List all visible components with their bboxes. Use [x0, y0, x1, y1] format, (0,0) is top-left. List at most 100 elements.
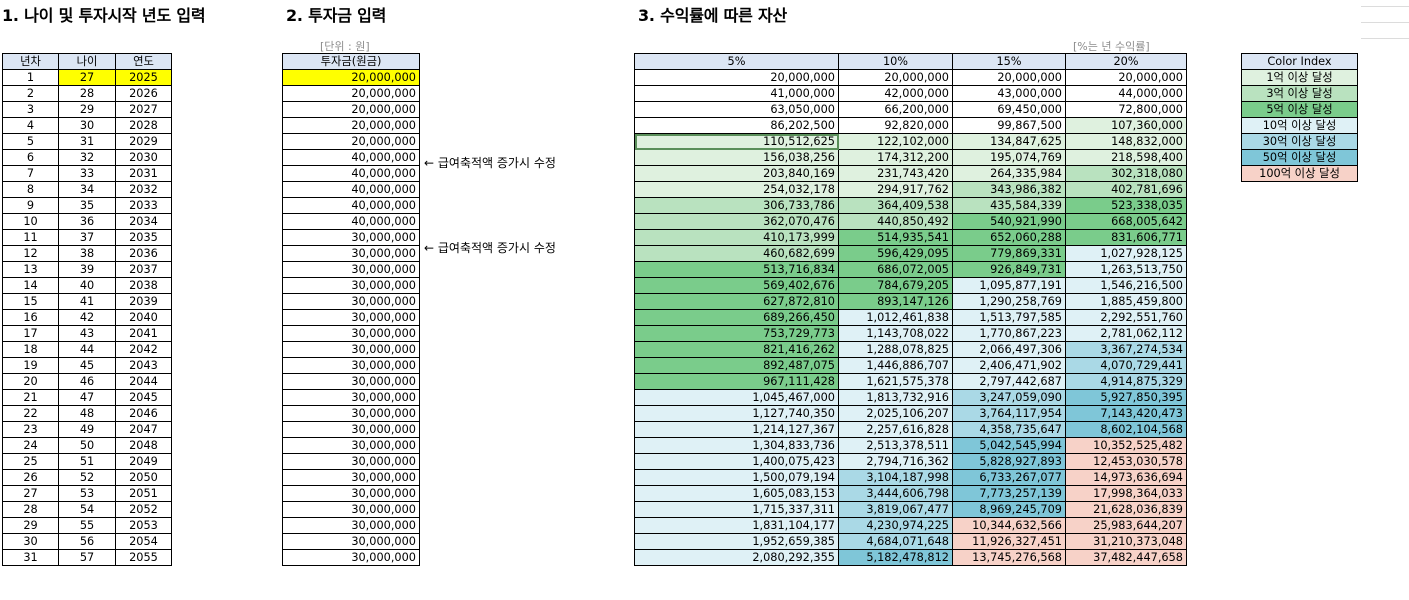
- asset-cell[interactable]: 231,743,420: [838, 165, 953, 182]
- principal-cell[interactable]: 30,000,000: [282, 469, 420, 486]
- table-cell[interactable]: 29: [2, 517, 59, 534]
- asset-cell[interactable]: 41,000,000: [634, 85, 839, 102]
- table-cell[interactable]: 1: [2, 69, 59, 86]
- asset-cell[interactable]: 20,000,000: [1065, 69, 1187, 86]
- table-cell[interactable]: 26: [2, 469, 59, 486]
- asset-cell[interactable]: 668,005,642: [1065, 213, 1187, 230]
- table-cell[interactable]: 42: [58, 309, 116, 326]
- asset-cell[interactable]: 1,715,337,311: [634, 501, 839, 518]
- principal-cell[interactable]: 30,000,000: [282, 485, 420, 502]
- principal-cell[interactable]: 40,000,000: [282, 181, 420, 198]
- asset-cell[interactable]: 1,127,740,350: [634, 405, 839, 422]
- asset-cell[interactable]: 5,828,927,893: [952, 453, 1066, 470]
- table-cell[interactable]: 11: [2, 229, 59, 246]
- asset-cell[interactable]: 2,080,292,355: [634, 549, 839, 566]
- table-cell[interactable]: 2037: [115, 261, 172, 278]
- table-cell[interactable]: 46: [58, 373, 116, 390]
- asset-cell[interactable]: 1,446,886,707: [838, 357, 953, 374]
- principal-cell[interactable]: 30,000,000: [282, 421, 420, 438]
- asset-cell[interactable]: 1,012,461,838: [838, 309, 953, 326]
- asset-cell[interactable]: 779,869,331: [952, 245, 1066, 262]
- asset-cell[interactable]: 14,973,636,694: [1065, 469, 1187, 486]
- table-cell[interactable]: 36: [58, 213, 116, 230]
- table-cell[interactable]: 30: [58, 117, 116, 134]
- asset-cell[interactable]: 1,621,575,378: [838, 373, 953, 390]
- asset-cell[interactable]: 1,263,513,750: [1065, 261, 1187, 278]
- asset-cell[interactable]: 460,682,699: [634, 245, 839, 262]
- table-cell[interactable]: 2046: [115, 405, 172, 422]
- asset-cell[interactable]: 364,409,538: [838, 197, 953, 214]
- asset-cell[interactable]: 5,042,545,994: [952, 437, 1066, 454]
- table-cell[interactable]: 12: [2, 245, 59, 262]
- asset-cell[interactable]: 92,820,000: [838, 117, 953, 134]
- table-cell[interactable]: 2051: [115, 485, 172, 502]
- asset-cell[interactable]: 3,367,274,534: [1065, 341, 1187, 358]
- table-cell[interactable]: 24: [2, 437, 59, 454]
- asset-cell[interactable]: 174,312,200: [838, 149, 953, 166]
- asset-cell[interactable]: 362,070,476: [634, 213, 839, 230]
- table-cell[interactable]: 9: [2, 197, 59, 214]
- table-cell[interactable]: 6: [2, 149, 59, 166]
- table-cell[interactable]: 41: [58, 293, 116, 310]
- rate-header[interactable]: 10%: [838, 53, 953, 70]
- asset-cell[interactable]: 440,850,492: [838, 213, 953, 230]
- asset-cell[interactable]: 1,288,078,825: [838, 341, 953, 358]
- asset-cell[interactable]: 12,453,030,578: [1065, 453, 1187, 470]
- table-cell[interactable]: 50: [58, 437, 116, 454]
- legend-item[interactable]: 100억 이상 달성: [1241, 165, 1358, 182]
- table-cell[interactable]: 18: [2, 341, 59, 358]
- table-cell[interactable]: 2049: [115, 453, 172, 470]
- table-cell[interactable]: 27: [58, 69, 116, 86]
- table-cell[interactable]: 2035: [115, 229, 172, 246]
- principal-cell[interactable]: 30,000,000: [282, 549, 420, 566]
- table-cell[interactable]: 55: [58, 517, 116, 534]
- column-header[interactable]: 연도: [115, 53, 172, 70]
- asset-cell[interactable]: 4,684,071,648: [838, 533, 953, 550]
- asset-cell[interactable]: 42,000,000: [838, 85, 953, 102]
- asset-cell[interactable]: 821,416,262: [634, 341, 839, 358]
- asset-cell[interactable]: 148,832,000: [1065, 133, 1187, 150]
- table-cell[interactable]: 51: [58, 453, 116, 470]
- table-cell[interactable]: 34: [58, 181, 116, 198]
- principal-cell[interactable]: 30,000,000: [282, 517, 420, 534]
- table-cell[interactable]: 39: [58, 261, 116, 278]
- asset-cell[interactable]: 8,602,104,568: [1065, 421, 1187, 438]
- table-cell[interactable]: 2029: [115, 133, 172, 150]
- asset-cell[interactable]: 218,598,400: [1065, 149, 1187, 166]
- asset-cell[interactable]: 44,000,000: [1065, 85, 1187, 102]
- asset-cell[interactable]: 1,095,877,191: [952, 277, 1066, 294]
- table-cell[interactable]: 31: [58, 133, 116, 150]
- rate-header[interactable]: 20%: [1065, 53, 1187, 70]
- table-cell[interactable]: 2041: [115, 325, 172, 342]
- asset-cell[interactable]: 2,794,716,362: [838, 453, 953, 470]
- principal-cell[interactable]: 40,000,000: [282, 213, 420, 230]
- table-cell[interactable]: 54: [58, 501, 116, 518]
- table-cell[interactable]: 2054: [115, 533, 172, 550]
- asset-cell[interactable]: 264,335,984: [952, 165, 1066, 182]
- table-cell[interactable]: 22: [2, 405, 59, 422]
- column-header[interactable]: 투자금(원금): [282, 53, 420, 70]
- asset-cell[interactable]: 156,038,256: [634, 149, 839, 166]
- asset-cell[interactable]: 11,926,327,451: [952, 533, 1066, 550]
- table-cell[interactable]: 5: [2, 133, 59, 150]
- asset-cell[interactable]: 1,143,708,022: [838, 325, 953, 342]
- table-cell[interactable]: 2026: [115, 85, 172, 102]
- asset-cell[interactable]: 4,358,735,647: [952, 421, 1066, 438]
- principal-cell[interactable]: 20,000,000: [282, 101, 420, 118]
- table-cell[interactable]: 16: [2, 309, 59, 326]
- asset-cell[interactable]: 306,733,786: [634, 197, 839, 214]
- table-cell[interactable]: 15: [2, 293, 59, 310]
- principal-cell[interactable]: 30,000,000: [282, 309, 420, 326]
- table-cell[interactable]: 20: [2, 373, 59, 390]
- asset-cell[interactable]: 3,247,059,090: [952, 389, 1066, 406]
- asset-cell[interactable]: 69,450,000: [952, 101, 1066, 118]
- asset-cell[interactable]: 203,840,169: [634, 165, 839, 182]
- legend-item[interactable]: 30억 이상 달성: [1241, 133, 1358, 150]
- principal-cell[interactable]: 30,000,000: [282, 229, 420, 246]
- asset-cell[interactable]: 1,952,659,385: [634, 533, 839, 550]
- asset-cell[interactable]: 6,733,267,077: [952, 469, 1066, 486]
- principal-cell[interactable]: 30,000,000: [282, 437, 420, 454]
- asset-cell[interactable]: 302,318,080: [1065, 165, 1187, 182]
- asset-cell[interactable]: 37,482,447,658: [1065, 549, 1187, 566]
- table-cell[interactable]: 2030: [115, 149, 172, 166]
